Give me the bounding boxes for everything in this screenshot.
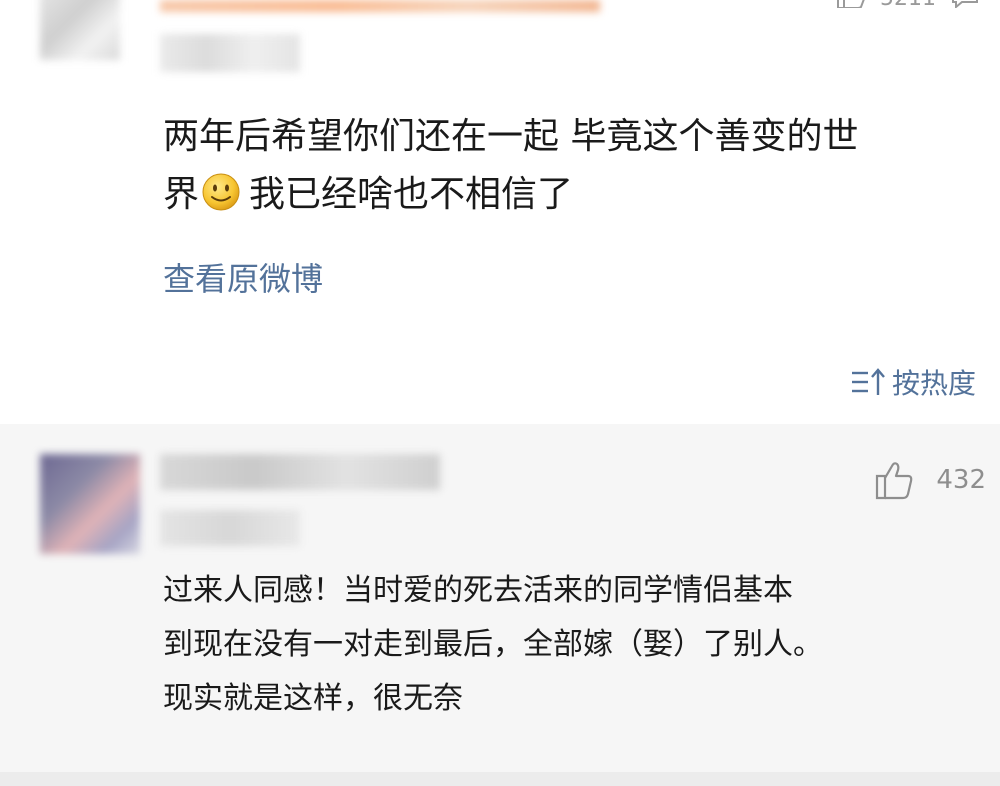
post-text: 两年后希望你们还在一起 毕竟这个善变的世 界 我已经啥也不相信了 <box>163 108 983 224</box>
commenter-avatar[interactable] <box>40 454 140 554</box>
thumbs-up-icon[interactable] <box>836 0 866 8</box>
post-timestamp-redacted <box>160 34 300 72</box>
comment-text-line: 到现在没有一对走到最后，全部嫁（娶）了别人。 <box>163 627 823 662</box>
post-text-line: 界 我已经啥也不相信了 <box>163 166 983 224</box>
comment-like-button[interactable]: 432 <box>874 460 986 500</box>
post-actions: 5211 <box>836 0 980 11</box>
post-author-avatar[interactable] <box>40 0 120 60</box>
comment-text-line: 过来人同感！当时爱的死去活来的同学情侣基本 <box>163 573 793 608</box>
comment-timestamp-redacted <box>160 510 300 546</box>
post-text-line: 两年后希望你们还在一起 毕竟这个善变的世 <box>163 116 859 157</box>
comment-card: 432 过来人同感！当时爱的死去活来的同学情侣基本 到现在没有一对走到最后，全部… <box>0 424 1000 786</box>
post-text-fragment: 我已经啥也不相信了 <box>249 174 574 215</box>
comment-icon[interactable] <box>950 0 980 8</box>
next-comment-divider <box>0 772 1000 786</box>
sort-icon <box>851 368 885 395</box>
post-text-fragment: 界 <box>163 174 200 215</box>
comment-text: 过来人同感！当时爱的死去活来的同学情侣基本 到现在没有一对走到最后，全部嫁（娶）… <box>163 564 963 726</box>
comment-like-count: 432 <box>936 465 986 495</box>
post-author-name-redacted[interactable] <box>160 0 600 12</box>
thumbs-up-icon <box>876 462 913 500</box>
smiley-emoji-icon <box>202 173 240 211</box>
commenter-name-redacted[interactable] <box>160 454 440 490</box>
sort-label: 按热度 <box>891 367 976 400</box>
original-post: 5211 两年后希望你们还在一起 毕竟这个善变的世 界 我已经啥也不相信了 <box>0 0 1000 424</box>
post-like-count: 5211 <box>880 0 936 11</box>
sort-by-heat-button[interactable]: 按热度 <box>850 362 976 402</box>
comment-text-line: 现实就是这样，很无奈 <box>163 681 463 716</box>
view-original-weibo-link[interactable]: 查看原微博 <box>163 254 323 300</box>
